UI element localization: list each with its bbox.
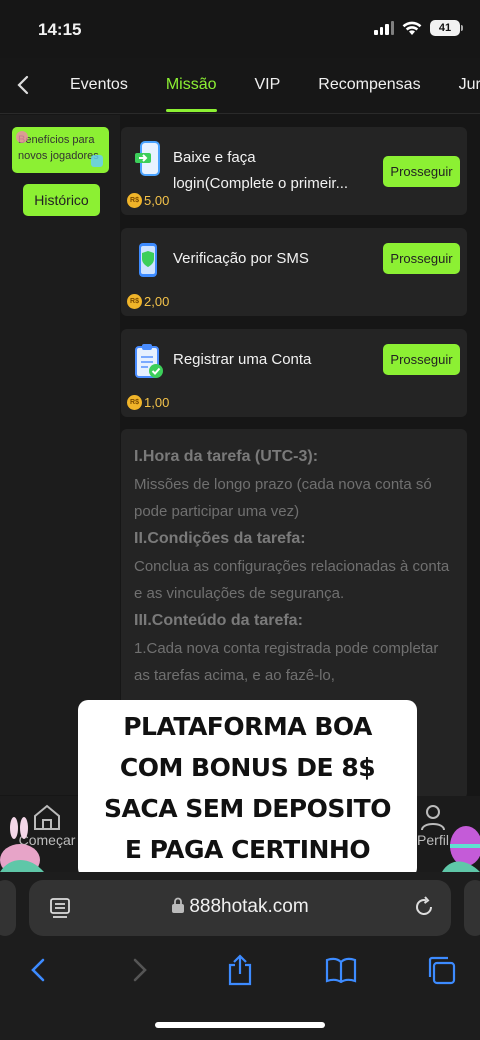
reward-amount: 1,00 <box>144 395 170 410</box>
phone-shield-icon <box>139 243 157 277</box>
previous-tab-peek[interactable] <box>0 880 16 936</box>
share-button[interactable] <box>220 952 260 988</box>
tab-vip[interactable]: VIP <box>255 58 281 113</box>
task-title: Baixe e faça <box>173 149 256 166</box>
sidebar: Benefícios para novos jogadores Históric… <box>0 115 120 795</box>
rules-heading: III.Conteúdo da tarefa: <box>134 612 303 629</box>
browser-back-button[interactable] <box>18 952 58 988</box>
browser-forward-button[interactable] <box>120 952 160 988</box>
book-icon <box>325 957 357 983</box>
tab-juros[interactable]: Jur <box>459 58 480 113</box>
url-text: 888hotak.com <box>189 896 309 917</box>
new-player-benefits-label: Benefícios para novos jogadores <box>18 134 99 162</box>
status-time: 14:15 <box>38 20 82 39</box>
task-reward: R$ 1,00 <box>127 395 169 410</box>
reward-amount: 5,00 <box>144 193 170 208</box>
caption-line: COM BONUS DE 8$ <box>119 753 376 782</box>
present-icon <box>91 155 103 167</box>
caption-line: E PAGA CERTINHO <box>124 835 371 864</box>
history-button[interactable]: Histórico <box>23 184 100 216</box>
task-title: Verificação por SMS <box>173 250 309 267</box>
proceed-button[interactable]: Prosseguir <box>383 156 460 187</box>
wifi-icon <box>402 21 422 35</box>
gift-icon <box>16 131 28 143</box>
tabs-button[interactable] <box>421 952 461 988</box>
tab-recompensas[interactable]: Recompensas <box>318 58 420 113</box>
top-nav: Eventos Missão VIP Recompensas Jur <box>0 58 480 114</box>
task-card-download: Baixe e faça login(Complete o primeir...… <box>121 127 467 215</box>
coin-icon: R$ <box>127 395 142 410</box>
new-player-benefits-card[interactable]: Benefícios para novos jogadores <box>12 127 109 173</box>
back-button[interactable] <box>12 72 34 98</box>
rules-text: 1.Cada nova conta registrada pode comple… <box>134 640 439 684</box>
chevron-left-icon <box>17 75 29 95</box>
task-reward: R$ 2,00 <box>127 294 169 309</box>
proceed-button[interactable]: Prosseguir <box>383 344 460 375</box>
chevron-left-icon <box>31 958 45 982</box>
bookmarks-button[interactable] <box>321 952 361 988</box>
tab-eventos[interactable]: Eventos <box>70 58 128 113</box>
coin-icon: R$ <box>127 193 142 208</box>
clipboard-check-icon <box>135 344 163 378</box>
caption-line: SACA SEM DEPOSITO <box>104 794 391 823</box>
task-reward: R$ 5,00 <box>127 193 169 208</box>
browser-toolbar: 888hotak.com <box>0 872 480 1040</box>
home-indicator <box>155 1022 325 1028</box>
task-card-register: Registrar uma Conta Prosseguir R$ 1,00 <box>121 329 467 417</box>
proceed-button[interactable]: Prosseguir <box>383 243 460 274</box>
status-icons: 41 <box>374 20 463 36</box>
coin-icon: R$ <box>127 294 142 309</box>
lock-icon <box>172 897 185 913</box>
chevron-right-icon <box>133 958 147 982</box>
tab-bar: Eventos Missão VIP Recompensas Jur <box>70 58 480 113</box>
battery-icon: 41 <box>430 20 463 36</box>
share-icon <box>228 954 252 986</box>
rules-text: Missões de longo prazo (cada nova conta … <box>134 476 432 520</box>
status-bar: 14:15 41 <box>0 0 480 58</box>
next-tab-peek[interactable] <box>464 880 480 936</box>
easter-bunny-icon <box>0 817 44 872</box>
url-display[interactable]: 888hotak.com <box>29 896 451 918</box>
task-card-sms: Verificação por SMS Prosseguir R$ 2,00 <box>121 228 467 316</box>
tab-missao[interactable]: Missão <box>165 58 217 113</box>
reload-icon[interactable] <box>413 896 435 918</box>
caption-overlay: PLATAFORMA BOA COM BONUS DE 8$ SACA SEM … <box>78 700 417 878</box>
tabs-icon <box>428 956 456 985</box>
address-bar[interactable]: 888hotak.com <box>29 880 451 936</box>
rules-heading: I.Hora da tarefa (UTC-3): <box>134 448 319 465</box>
rules-text: Conclua as configurações relacionadas à … <box>134 558 450 602</box>
reward-amount: 2,00 <box>144 294 170 309</box>
easter-egg-icon <box>442 826 480 872</box>
signal-icon <box>374 21 394 35</box>
rules-heading: II.Condições da tarefa: <box>134 530 306 547</box>
caption-line: PLATAFORMA BOA <box>123 712 372 741</box>
task-subtitle: login(Complete o primeir... <box>173 175 349 192</box>
task-title: Registrar uma Conta <box>173 351 312 368</box>
phone-download-icon <box>135 141 160 176</box>
